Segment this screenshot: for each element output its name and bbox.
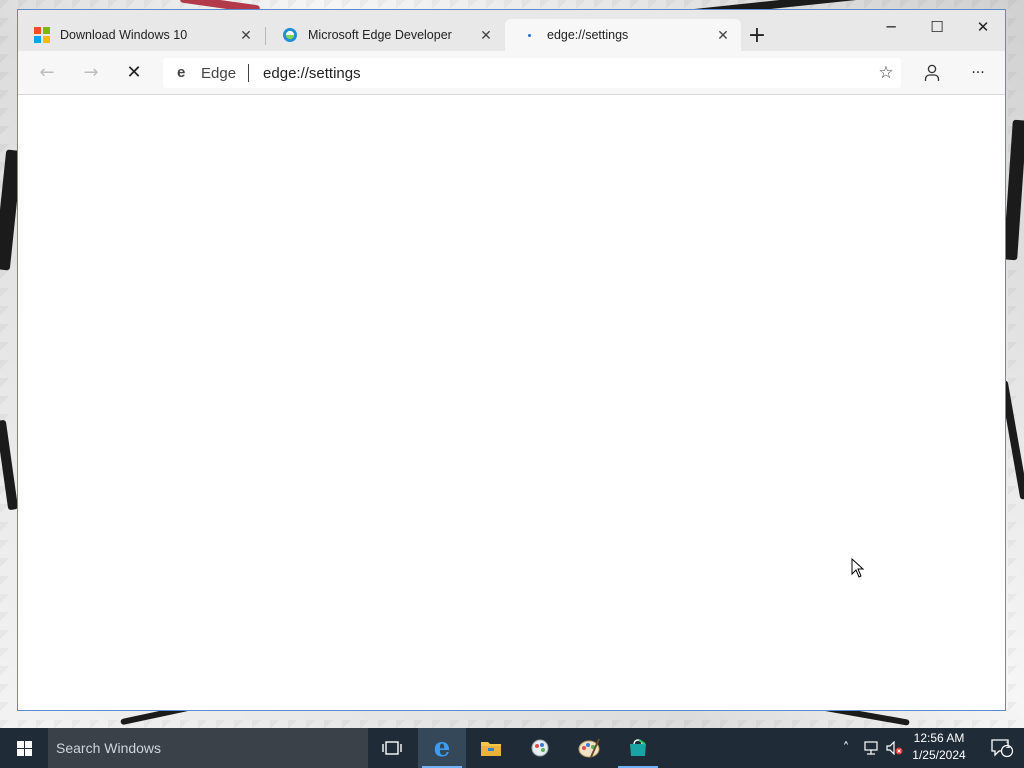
forward-button[interactable]: → [76, 59, 106, 87]
tab-title: Download Windows 10 [60, 28, 188, 42]
taskbar-search[interactable]: Search Windows [48, 728, 368, 768]
store-icon [630, 739, 646, 756]
close-tab-icon[interactable]: ✕ [715, 27, 731, 43]
maximize-button[interactable]: ☐ [915, 14, 959, 40]
windows-logo-icon [16, 740, 32, 756]
clock-time: 12:56 AM [913, 731, 965, 745]
action-center-button[interactable]: 1 [980, 728, 1024, 768]
task-view-button[interactable] [368, 728, 416, 768]
mouse-cursor-icon [851, 558, 865, 578]
site-identity-label: Edge [201, 64, 237, 82]
profile-icon [924, 64, 940, 81]
volume-button[interactable] [884, 728, 906, 768]
favorite-star-icon[interactable]: ☆ [871, 63, 901, 83]
taskbar-file-explorer[interactable] [467, 728, 515, 768]
show-hidden-icons-button[interactable]: ˄ [836, 728, 856, 768]
tab-title: edge://settings [547, 28, 629, 42]
clock[interactable]: 12:56 AM 1/25/2024 [906, 730, 972, 766]
volume-muted-icon [886, 741, 903, 755]
edge-icon [283, 28, 297, 42]
chevron-up-icon: ˄ [842, 740, 850, 756]
file-explorer-icon [481, 742, 501, 756]
url-text[interactable]: edge://settings [263, 65, 871, 82]
taskbar-edge-app[interactable]: e [418, 728, 466, 768]
navigation-toolbar: ← → ✕ e Edge edge://settings ☆ ··· [18, 51, 1005, 95]
minimize-button[interactable]: ─ [869, 14, 913, 40]
paint-icon [578, 738, 600, 758]
profile-button[interactable] [917, 59, 947, 87]
clock-date: 1/25/2024 [912, 748, 966, 762]
tab-settings[interactable]: edge://settings ✕ [505, 19, 741, 51]
more-menu-button[interactable]: ··· [963, 59, 993, 87]
address-divider [248, 64, 250, 82]
tab-strip: Download Windows 10 ✕ Microsoft Edge Dev… [18, 10, 1005, 51]
taskbar: Search Windows e ˄ 12:56 AM 1/25/2024 1 [0, 728, 1024, 768]
task-view-icon [382, 741, 402, 755]
network-icon [864, 741, 878, 755]
browser-window: Download Windows 10 ✕ Microsoft Edge Dev… [17, 9, 1006, 711]
stop-loading-button[interactable]: ✕ [119, 59, 149, 87]
close-window-button[interactable]: ✕ [961, 14, 1005, 40]
taskbar-store[interactable] [614, 728, 662, 768]
microsoft-logo-icon [34, 27, 50, 43]
start-button[interactable] [0, 728, 48, 768]
tab-title: Microsoft Edge Developer [308, 28, 452, 42]
paint-tool-icon [531, 739, 549, 757]
close-tab-icon[interactable]: ✕ [238, 27, 254, 43]
edge-logo-icon: e [177, 64, 186, 81]
taskbar-paint-tool[interactable] [516, 728, 564, 768]
back-button[interactable]: ← [32, 59, 62, 87]
new-tab-button[interactable]: + [745, 25, 769, 49]
network-button[interactable] [860, 728, 882, 768]
tab-download-windows[interactable]: Download Windows 10 ✕ [18, 19, 264, 51]
taskbar-paint[interactable] [565, 728, 613, 768]
page-content [18, 95, 1005, 710]
edge-icon: e [433, 733, 451, 763]
close-tab-icon[interactable]: ✕ [478, 27, 494, 43]
loading-dot-icon [521, 27, 537, 43]
notification-count: 1 [1005, 741, 1011, 751]
tab-edge-developer[interactable]: Microsoft Edge Developer ✕ [266, 19, 504, 51]
address-bar[interactable]: e Edge edge://settings ☆ [163, 58, 901, 88]
